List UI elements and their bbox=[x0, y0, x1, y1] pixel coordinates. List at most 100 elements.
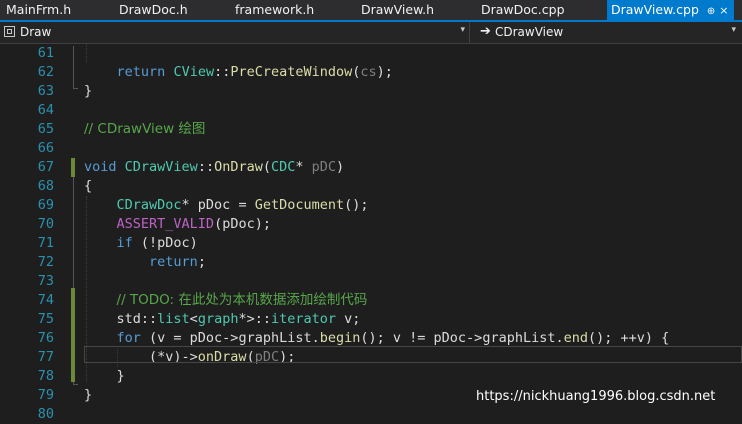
code-token: graphList bbox=[482, 330, 556, 346]
code-text: // CDrawView 绘图 bbox=[84, 120, 205, 139]
code-line[interactable]: 72 return; bbox=[0, 253, 742, 272]
code-line[interactable]: 64 bbox=[0, 101, 742, 120]
code-token: (v = pDoc-> bbox=[140, 330, 239, 346]
close-tab-icon[interactable]: × bbox=[719, 4, 728, 17]
code-text: // TODO: 在此处为本机数据添加绘制代码 bbox=[84, 291, 368, 310]
document-tab-strip: MainFrm.h DrawDoc.h framework.h DrawView… bbox=[0, 0, 742, 22]
code-line[interactable]: 65 // CDrawView 绘图 bbox=[0, 120, 742, 139]
code-token: . bbox=[555, 330, 564, 346]
code-token: pDC bbox=[311, 159, 337, 175]
code-token: :: bbox=[214, 64, 231, 80]
indent-guide bbox=[86, 44, 87, 63]
tab-drawview-h[interactable]: DrawView.h bbox=[361, 0, 434, 20]
code-editor[interactable]: 61 62 return CView::PreCreateWindow(cs); 6… bbox=[0, 44, 742, 422]
code-token: *>:: bbox=[238, 311, 271, 327]
code-line[interactable]: 63} bbox=[0, 82, 742, 101]
line-number: 76 bbox=[37, 330, 54, 346]
code-line[interactable]: 80 bbox=[0, 405, 742, 424]
code-text: void CDrawView::OnDraw(CDC* pDC) bbox=[84, 158, 344, 177]
code-text: CDrawDoc* pDoc = GetDocument(); bbox=[84, 196, 369, 215]
code-token: end bbox=[563, 330, 588, 346]
line-number: 77 bbox=[37, 349, 54, 365]
code-token: (); ++v) { bbox=[588, 330, 670, 346]
code-line[interactable]: 75 std::list<graph*>::iterator v; bbox=[0, 310, 742, 329]
line-number: 73 bbox=[37, 273, 54, 289]
code-token: (!pDoc) bbox=[132, 235, 198, 251]
line-number: 67 bbox=[37, 159, 54, 175]
code-token: CDC bbox=[271, 159, 296, 175]
code-token: graphList bbox=[238, 330, 312, 346]
code-token: return bbox=[149, 254, 198, 270]
code-token: graph bbox=[197, 311, 239, 327]
tab-drawdoc-cpp[interactable]: DrawDoc.cpp bbox=[481, 0, 565, 20]
code-text: std::list<graph*>::iterator v; bbox=[84, 310, 361, 329]
code-line[interactable]: 67 void CDrawView::OnDraw(CDC* pDC) bbox=[0, 158, 742, 177]
code-token: return bbox=[116, 64, 166, 80]
code-token: PreCreateWindow bbox=[230, 64, 353, 80]
line-number: 79 bbox=[37, 387, 54, 403]
tab-label: DrawView.cpp bbox=[611, 2, 699, 17]
code-line[interactable]: 74 // TODO: 在此处为本机数据添加绘制代码 bbox=[0, 291, 742, 310]
code-line[interactable]: 73 bbox=[0, 272, 742, 291]
tab-label: DrawDoc.cpp bbox=[481, 2, 565, 17]
tab-framework-h[interactable]: framework.h bbox=[235, 0, 314, 20]
fold-guide-end bbox=[73, 88, 78, 89]
code-token: ( bbox=[262, 159, 271, 175]
code-token: if bbox=[116, 235, 133, 251]
code-line[interactable]: 70 ASSERT_VALID(pDoc); bbox=[0, 215, 742, 234]
line-number: 78 bbox=[37, 368, 54, 384]
line-number: 69 bbox=[37, 197, 54, 213]
code-token: for bbox=[116, 330, 141, 346]
code-text: { bbox=[84, 177, 92, 196]
tab-label: DrawDoc.h bbox=[119, 2, 188, 17]
code-token: :: bbox=[197, 159, 215, 175]
line-number: 63 bbox=[37, 83, 54, 99]
chevron-down-icon[interactable]: ▾ bbox=[731, 25, 736, 35]
code-line[interactable]: 66 bbox=[0, 139, 742, 158]
code-token: CDrawView bbox=[124, 159, 198, 175]
fold-guide-end bbox=[73, 384, 78, 385]
code-token: cs bbox=[360, 64, 377, 80]
code-token: } bbox=[84, 387, 93, 403]
code-text: } bbox=[84, 367, 125, 386]
code-line[interactable]: 69 CDrawDoc* pDoc = GetDocument(); bbox=[0, 196, 742, 215]
code-token: (); v != pDoc-> bbox=[360, 330, 483, 346]
tab-drawdoc-h[interactable]: DrawDoc.h bbox=[119, 0, 188, 20]
code-text: } bbox=[84, 386, 92, 405]
tab-mainfrm-h[interactable]: MainFrm.h bbox=[6, 0, 71, 20]
code-token: } bbox=[84, 83, 93, 99]
code-line[interactable]: 68 { bbox=[0, 177, 742, 196]
code-line[interactable]: 62 return CView::PreCreateWindow(cs); bbox=[0, 63, 742, 82]
scope-dropdown-label: Draw bbox=[20, 25, 52, 39]
pin-tab-icon[interactable]: ⊕ bbox=[707, 6, 715, 17]
code-text: ASSERT_VALID(pDoc); bbox=[84, 215, 271, 234]
code-line[interactable]: 78 } bbox=[0, 367, 742, 386]
code-token: GetDocument bbox=[254, 197, 345, 213]
scope-dropdown[interactable]: Draw ▾ bbox=[0, 22, 470, 43]
line-number: 71 bbox=[37, 235, 54, 251]
tab-label: DrawView.h bbox=[361, 2, 435, 17]
line-number: 62 bbox=[37, 64, 54, 80]
tab-label: framework.h bbox=[235, 2, 315, 17]
code-token: ) bbox=[336, 159, 345, 175]
code-token: < bbox=[189, 311, 198, 327]
code-line[interactable]: 71 if (!pDoc) bbox=[0, 234, 742, 253]
code-token: (pDoc); bbox=[214, 216, 271, 232]
fold-guide-line bbox=[73, 46, 74, 88]
code-token: CView bbox=[173, 64, 215, 80]
code-line[interactable]: 61 bbox=[0, 44, 742, 63]
tab-drawview-cpp[interactable]: DrawView.cpp ⊕ × bbox=[607, 0, 734, 20]
code-token: . bbox=[311, 330, 320, 346]
code-token: iterator bbox=[270, 311, 336, 327]
line-number: 75 bbox=[37, 311, 54, 327]
code-token: ); bbox=[376, 64, 393, 80]
chevron-down-icon[interactable]: ▾ bbox=[460, 25, 465, 35]
code-token: * bbox=[295, 159, 312, 175]
line-number: 70 bbox=[37, 216, 54, 232]
class-arrow-icon: ➔ bbox=[480, 24, 491, 39]
